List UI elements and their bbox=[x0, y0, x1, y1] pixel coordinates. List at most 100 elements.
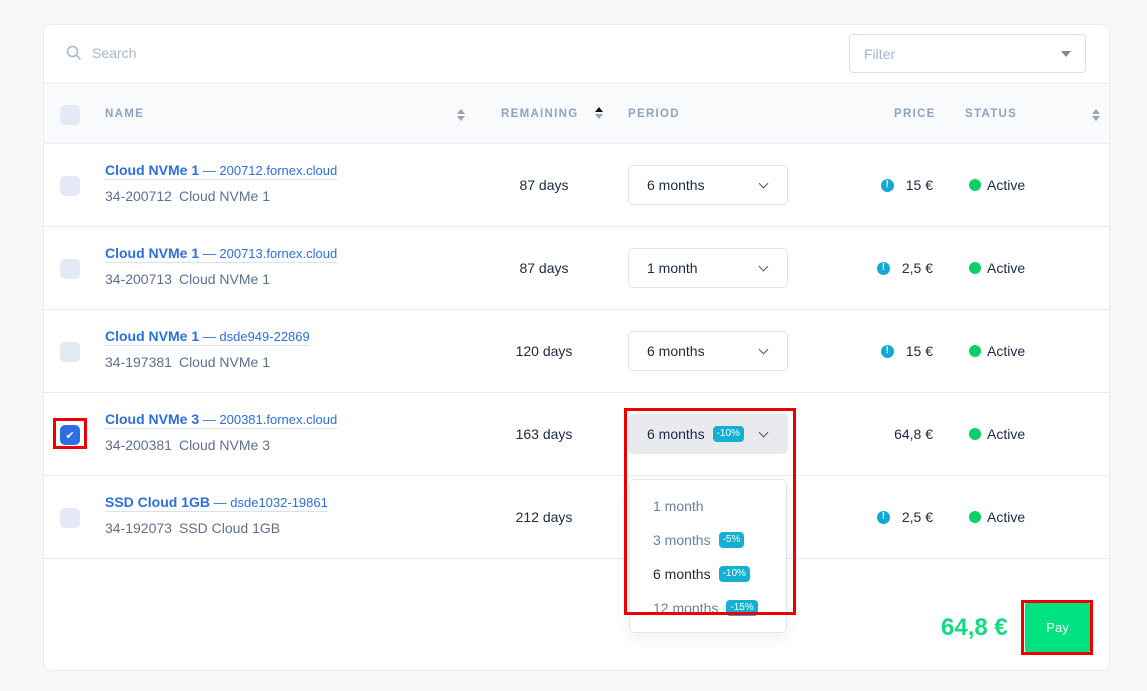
service-title: SSD Cloud 1GB bbox=[105, 494, 211, 510]
service-link[interactable]: Cloud NVMe 3 — 200381.fornex.cloud bbox=[105, 411, 338, 429]
chevron-down-icon bbox=[758, 178, 769, 189]
period-value: 6 months bbox=[647, 177, 705, 193]
dash: — bbox=[202, 412, 216, 427]
option-label: 6 months bbox=[653, 566, 711, 582]
warning-icon[interactable]: ! bbox=[880, 178, 894, 192]
price-value: 2,5 € bbox=[901, 260, 933, 276]
price: ! 15 € bbox=[880, 177, 933, 193]
sort-remaining-icon[interactable] bbox=[595, 107, 603, 121]
status-badge: Active bbox=[969, 260, 1025, 276]
service-link[interactable]: Cloud NVMe 1 — 200712.fornex.cloud bbox=[105, 162, 338, 180]
sort-name-icon[interactable] bbox=[457, 109, 465, 123]
price: ! 2,5 € bbox=[876, 260, 933, 276]
status-dot-icon bbox=[969, 179, 981, 191]
status-dot-icon bbox=[969, 345, 981, 357]
row-checkbox[interactable] bbox=[60, 508, 80, 528]
remaining-days: 87 days bbox=[519, 260, 569, 276]
price-value: 15 € bbox=[905, 177, 933, 193]
table-row: Cloud NVMe 1 — 200712.fornex.cloud 34-200… bbox=[44, 144, 1109, 227]
service-plan: Cloud NVMe 1 bbox=[178, 188, 270, 204]
row-checkbox[interactable] bbox=[60, 342, 80, 362]
sort-status-icon[interactable] bbox=[1092, 109, 1100, 123]
service-link[interactable]: Cloud NVMe 1 — dsde949-22869 bbox=[105, 328, 310, 346]
row-checkbox[interactable] bbox=[60, 259, 80, 279]
service-link[interactable]: SSD Cloud 1GB — dsde1032-19861 bbox=[105, 494, 328, 512]
service-plan: Cloud NVMe 1 bbox=[178, 354, 270, 370]
service-host: 200713.fornex.cloud bbox=[219, 246, 338, 261]
service-subline: 34-200713 Cloud NVMe 1 bbox=[105, 271, 270, 287]
service-plan: Cloud NVMe 1 bbox=[178, 271, 270, 287]
filter-placeholder: Filter bbox=[864, 45, 896, 62]
service-subline: 34-200381 Cloud NVMe 3 bbox=[105, 437, 270, 453]
table-row: Cloud NVMe 1 — 200713.fornex.cloud 34-200… bbox=[44, 227, 1109, 310]
period-select[interactable]: 6 months -10% bbox=[628, 414, 788, 454]
period-select[interactable]: 6 months bbox=[628, 165, 788, 205]
service-id: 34-192073 bbox=[105, 520, 172, 536]
period-option[interactable]: 1 month bbox=[630, 489, 786, 523]
warning-icon[interactable]: ! bbox=[880, 344, 894, 358]
status-text: Active bbox=[987, 260, 1026, 276]
filter-select[interactable]: Filter bbox=[849, 34, 1086, 73]
row-checkbox[interactable]: ✔ bbox=[60, 425, 80, 445]
toolbar: Filter bbox=[44, 25, 1109, 84]
status-dot-icon bbox=[969, 428, 981, 440]
service-title: Cloud NVMe 1 bbox=[105, 162, 200, 178]
service-host: 200712.fornex.cloud bbox=[219, 163, 338, 178]
select-all-checkbox[interactable] bbox=[60, 105, 80, 125]
pay-button[interactable]: Pay bbox=[1025, 603, 1090, 652]
period-option[interactable]: 3 months -5% bbox=[630, 523, 786, 557]
price-value: 64,8 € bbox=[894, 426, 933, 442]
status-text: Active bbox=[987, 343, 1026, 359]
service-plan: SSD Cloud 1GB bbox=[178, 520, 281, 536]
service-plan: Cloud NVMe 3 bbox=[178, 437, 270, 453]
discount-badge: -15% bbox=[726, 600, 758, 616]
status-text: Active bbox=[987, 426, 1026, 442]
period-select[interactable]: 1 month bbox=[628, 248, 788, 288]
price: ! 2,5 € bbox=[876, 509, 933, 525]
price-value: 2,5 € bbox=[901, 509, 933, 525]
service-subline: 34-197381 Cloud NVMe 1 bbox=[105, 354, 270, 370]
chevron-down-icon bbox=[758, 344, 769, 355]
caret-down-icon bbox=[1061, 50, 1071, 57]
dash: — bbox=[213, 495, 227, 510]
table-row: Cloud NVMe 1 — dsde949-22869 34-197381 Clo… bbox=[44, 310, 1109, 393]
status-dot-icon bbox=[969, 262, 981, 274]
row-checkbox[interactable] bbox=[60, 176, 80, 196]
warning-icon[interactable]: ! bbox=[876, 510, 890, 524]
service-id: 34-200381 bbox=[105, 437, 172, 453]
table-header: NAME REMAINING PERIOD PRICE STATUS bbox=[44, 85, 1109, 144]
warning-icon[interactable]: ! bbox=[876, 261, 890, 275]
search-icon bbox=[66, 45, 82, 61]
period-select[interactable]: 6 months bbox=[628, 331, 788, 371]
service-link[interactable]: Cloud NVMe 1 — 200713.fornex.cloud bbox=[105, 245, 338, 263]
dash: — bbox=[202, 329, 216, 344]
column-status[interactable]: STATUS bbox=[965, 108, 1017, 120]
chevron-down-icon bbox=[758, 427, 769, 438]
status-badge: Active bbox=[969, 426, 1025, 442]
service-host: 200381.fornex.cloud bbox=[219, 412, 338, 427]
search-input[interactable] bbox=[92, 45, 392, 61]
remaining-days: 212 days bbox=[515, 509, 573, 525]
remaining-days: 87 days bbox=[519, 177, 569, 193]
status-badge: Active bbox=[969, 509, 1025, 525]
chevron-down-icon bbox=[758, 261, 769, 272]
dash: — bbox=[202, 163, 216, 178]
period-option[interactable]: 12 months -15% bbox=[630, 591, 786, 625]
status-text: Active bbox=[987, 509, 1026, 525]
discount-badge: -10% bbox=[718, 566, 750, 582]
service-id: 34-200713 bbox=[105, 271, 172, 287]
period-value: 6 months bbox=[647, 343, 705, 359]
period-value: 1 month bbox=[647, 260, 698, 276]
discount-badge: -10% bbox=[712, 426, 744, 442]
search-box[interactable] bbox=[66, 45, 392, 61]
service-host: dsde949-22869 bbox=[219, 329, 310, 344]
period-dropdown-menu: 1 month 3 months -5% 6 months -10% 12 months -… bbox=[629, 479, 787, 633]
service-title: Cloud NVMe 3 bbox=[105, 411, 200, 427]
column-period: PERIOD bbox=[628, 108, 680, 120]
period-option[interactable]: 6 months -10% bbox=[630, 557, 786, 591]
column-remaining[interactable]: REMAINING bbox=[501, 108, 579, 120]
dash: — bbox=[202, 246, 216, 261]
table-row: ✔ Cloud NVMe 3 — 200381.fornex.cloud 34-20… bbox=[44, 393, 1109, 476]
period-value: 6 months bbox=[647, 426, 705, 442]
column-name[interactable]: NAME bbox=[105, 108, 144, 120]
